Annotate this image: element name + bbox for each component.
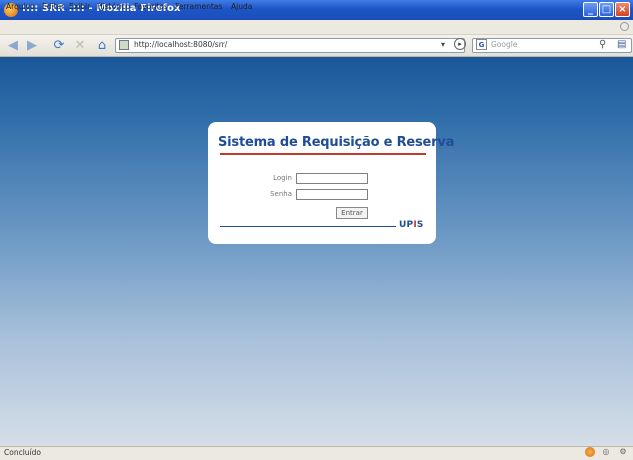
go-button[interactable]: ▸ <box>454 38 466 50</box>
forward-arrow-icon[interactable]: ▶ <box>25 39 39 53</box>
logo-suffix: S <box>416 220 424 230</box>
addon-status-icon[interactable] <box>585 447 595 457</box>
url-text[interactable]: http://localhost:8080/srr/ <box>134 40 227 49</box>
upis-logo: UPIS <box>399 220 424 230</box>
login-label: Login <box>273 174 292 182</box>
settings-gear-icon[interactable]: ⚙ <box>618 447 628 457</box>
menu-bar <box>0 20 633 35</box>
minimize-button[interactable]: _ <box>583 2 598 17</box>
menu-ajuda[interactable]: Ajuda <box>231 2 252 11</box>
footer-divider <box>220 226 396 227</box>
menu-ferramentas[interactable]: Ferramentas <box>175 2 222 11</box>
login-field[interactable] <box>296 173 368 184</box>
submit-button[interactable]: Entrar <box>336 207 368 219</box>
password-field[interactable] <box>296 189 368 200</box>
logo-prefix: UP <box>399 220 414 230</box>
search-input[interactable]: Google <box>491 40 517 49</box>
close-button[interactable]: × <box>615 2 630 17</box>
home-icon[interactable]: ⌂ <box>95 39 109 53</box>
status-text: Concluído <box>4 448 41 457</box>
menu-exibir[interactable]: Exibir <box>69 2 90 11</box>
menu-arquivo[interactable]: Arquivo <box>6 2 35 11</box>
menu-historico[interactable]: Histórico <box>97 2 130 11</box>
status-bar <box>0 446 633 460</box>
stop-icon[interactable]: ✕ <box>73 39 87 53</box>
search-engine-icon[interactable]: G <box>476 39 487 50</box>
menu-editar[interactable]: Editar <box>42 2 64 11</box>
activity-throbber-icon <box>620 22 629 31</box>
search-icon[interactable]: ⚲ <box>599 39 606 50</box>
menu-favoritos[interactable]: Favoritos <box>134 2 168 11</box>
page-title: Sistema de Requisição e Reserva <box>218 135 455 150</box>
password-label: Senha <box>270 190 292 198</box>
maximize-button[interactable]: □ <box>599 2 614 17</box>
bookmark-icon[interactable]: ▤ <box>617 39 626 50</box>
url-dropdown-icon[interactable]: ▾ <box>441 40 445 49</box>
reload-icon[interactable]: ⟳ <box>52 39 66 53</box>
back-arrow-icon[interactable]: ◀ <box>6 39 20 53</box>
title-divider <box>220 153 426 155</box>
site-favicon-icon <box>119 40 129 50</box>
page-content <box>0 57 633 446</box>
security-status-icon[interactable]: ◎ <box>601 447 611 457</box>
